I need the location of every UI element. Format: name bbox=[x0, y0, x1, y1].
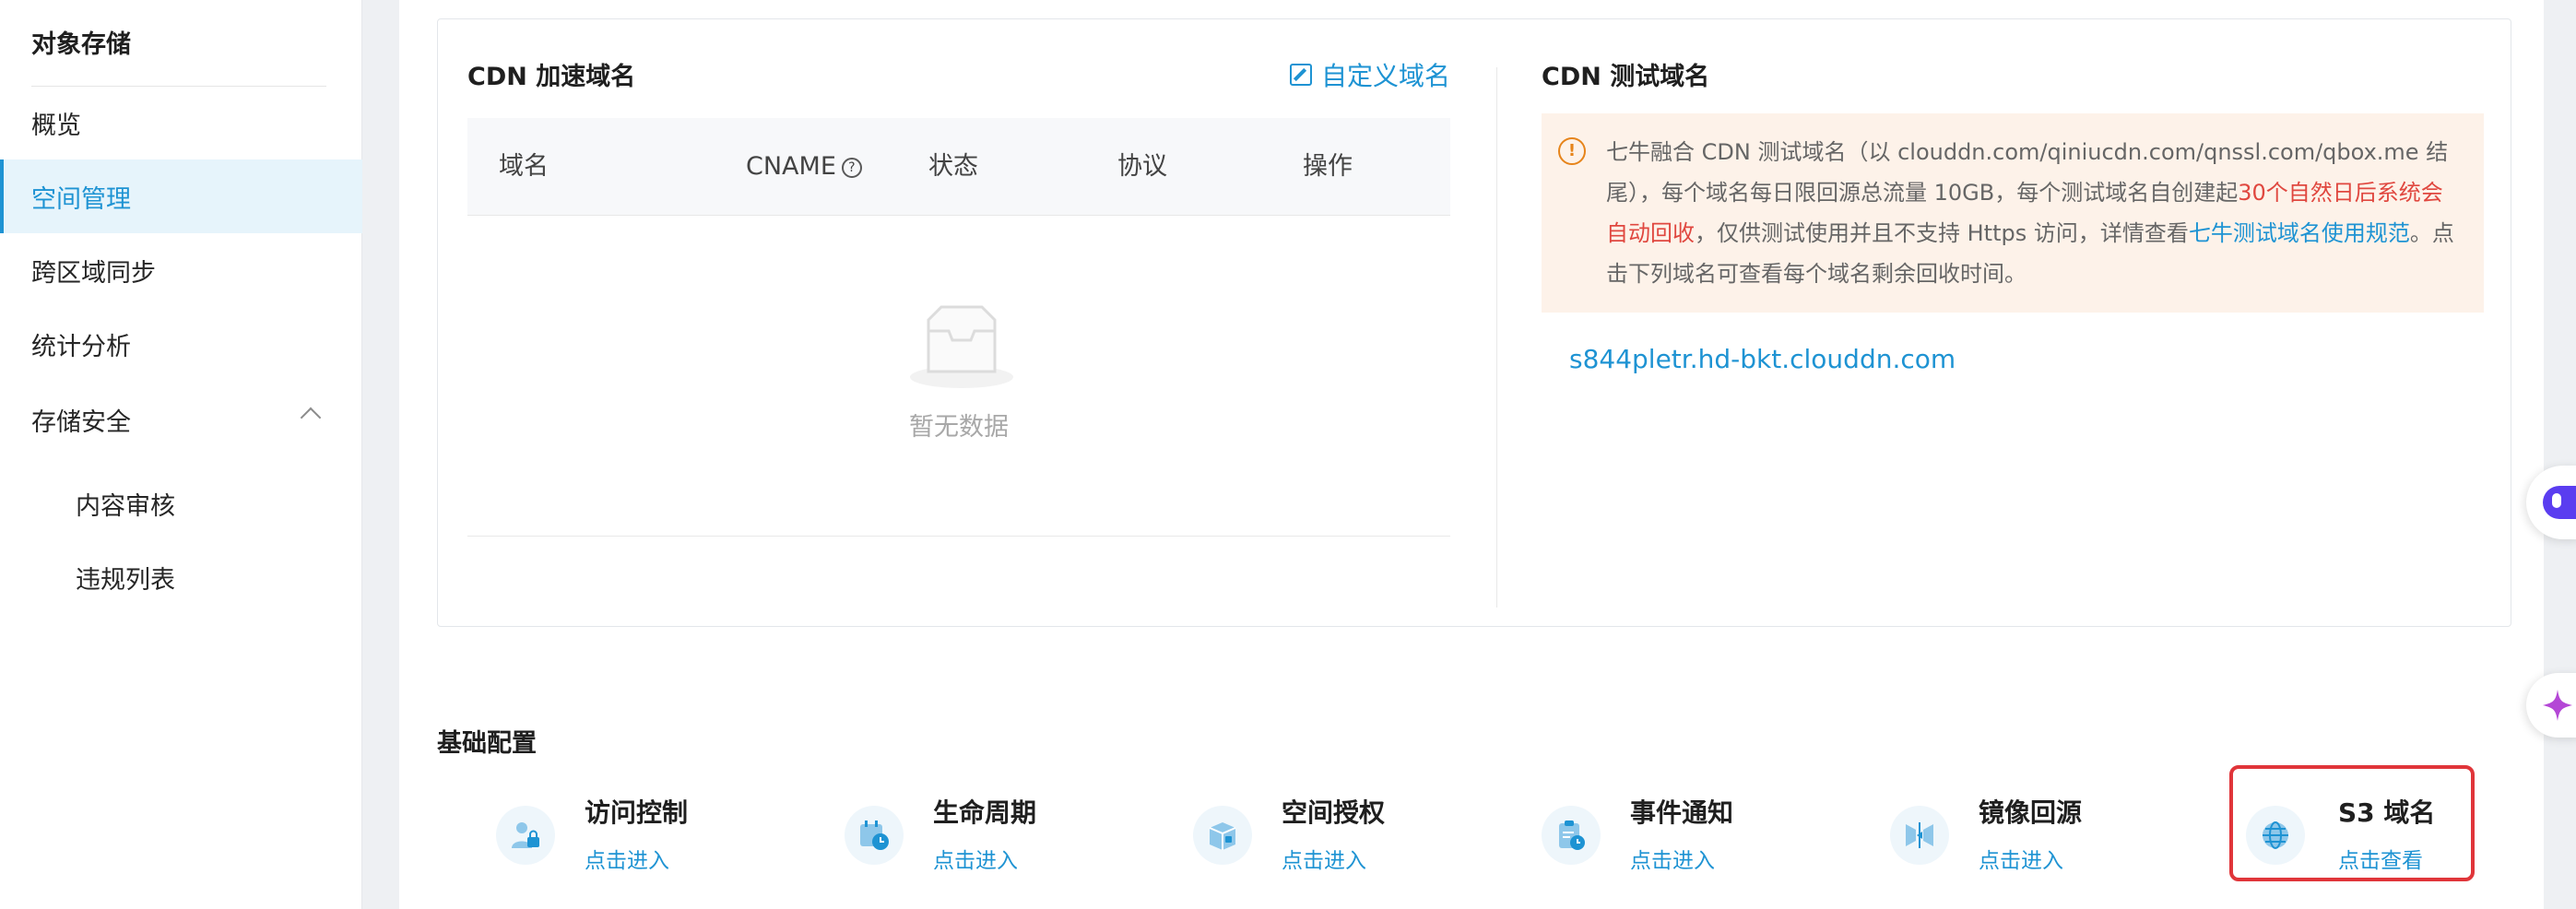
config-enter-link[interactable]: 点击进入 bbox=[1979, 843, 2063, 874]
cdn-domain-card: CDN 加速域名 自定义域名 域名 CNAME? 状态 协议 操作 暂无数据 C… bbox=[437, 18, 2511, 627]
column-domain: 域名 bbox=[499, 152, 549, 181]
sparkle-icon bbox=[2543, 690, 2572, 721]
panel-divider bbox=[1496, 67, 1497, 608]
calendar-clock-icon bbox=[845, 806, 904, 865]
chevron-up-icon bbox=[300, 407, 322, 429]
edit-icon bbox=[1290, 64, 1312, 86]
column-protocol: 协议 bbox=[1117, 152, 1167, 181]
sidebar: 对象存储 概览 空间管理 跨区域同步 统计分析 存储安全 内容审核 违规列表 bbox=[0, 0, 362, 909]
column-status: 状态 bbox=[928, 152, 978, 181]
sidebar-item-cross-region-sync[interactable]: 跨区域同步 bbox=[0, 233, 362, 307]
test-domain-notice: ! 七牛融合 CDN 测试域名（以 clouddn.com/qiniucdn.c… bbox=[1542, 113, 2484, 313]
empty-box-icon bbox=[910, 305, 1013, 388]
help-icon[interactable]: ? bbox=[841, 157, 862, 178]
test-domain-title: CDN 测试域名 bbox=[1542, 63, 1710, 91]
sidebar-title: 对象存储 bbox=[31, 30, 131, 59]
base-config-title: 基础配置 bbox=[437, 729, 537, 758]
config-name: 镜像回源 bbox=[1979, 797, 2083, 828]
table-bottom-divider bbox=[467, 536, 1450, 537]
column-actions: 操作 bbox=[1303, 152, 1353, 181]
sidebar-item-violation-list[interactable]: 违规列表 bbox=[0, 540, 362, 614]
highlight-box bbox=[2229, 765, 2475, 881]
column-cname: CNAME? bbox=[746, 118, 862, 216]
sidebar-item-content-review[interactable]: 内容审核 bbox=[0, 466, 362, 540]
sidebar-item-label: 存储安全 bbox=[31, 407, 131, 437]
box-icon bbox=[1193, 806, 1252, 865]
config-name: 空间授权 bbox=[1282, 797, 1386, 828]
custom-domain-label: 自定义域名 bbox=[1321, 61, 1451, 91]
sidebar-item-storage-security[interactable]: 存储安全 bbox=[0, 383, 362, 456]
cdn-table-header: 域名 CNAME? 状态 协议 操作 bbox=[467, 118, 1450, 216]
test-domain-spec-link[interactable]: 七牛测试域名使用规范 bbox=[2189, 220, 2410, 246]
config-enter-link[interactable]: 点击进入 bbox=[1630, 843, 1715, 874]
sidebar-item-overview[interactable]: 概览 bbox=[0, 86, 362, 159]
empty-state-text: 暂无数据 bbox=[909, 413, 1009, 442]
assistant-icon bbox=[2543, 486, 2576, 519]
cdn-domain-title: CDN 加速域名 bbox=[467, 63, 636, 91]
sidebar-item-statistics[interactable]: 统计分析 bbox=[0, 307, 362, 381]
config-enter-link[interactable]: 点击进入 bbox=[585, 843, 669, 874]
column-cname-label: CNAME bbox=[746, 152, 836, 181]
test-domain-link[interactable]: s844pletr.hd-bkt.clouddn.com bbox=[1569, 344, 1956, 374]
config-name: 事件通知 bbox=[1630, 797, 1734, 828]
config-name: 访问控制 bbox=[585, 797, 689, 828]
user-lock-icon bbox=[496, 806, 555, 865]
mirror-icon bbox=[1890, 806, 1949, 865]
config-name: 生命周期 bbox=[933, 797, 1037, 828]
warning-icon: ! bbox=[1558, 137, 1586, 165]
custom-domain-link[interactable]: 自定义域名 bbox=[1290, 56, 1450, 93]
notice-text-2: ，仅供测试使用并且不支持 Https 访问，详情查看 bbox=[1695, 220, 2189, 246]
sidebar-item-bucket-management[interactable]: 空间管理 bbox=[0, 159, 362, 233]
config-enter-link[interactable]: 点击进入 bbox=[933, 843, 1018, 874]
clipboard-clock-icon bbox=[1542, 806, 1601, 865]
config-enter-link[interactable]: 点击进入 bbox=[1282, 843, 1366, 874]
